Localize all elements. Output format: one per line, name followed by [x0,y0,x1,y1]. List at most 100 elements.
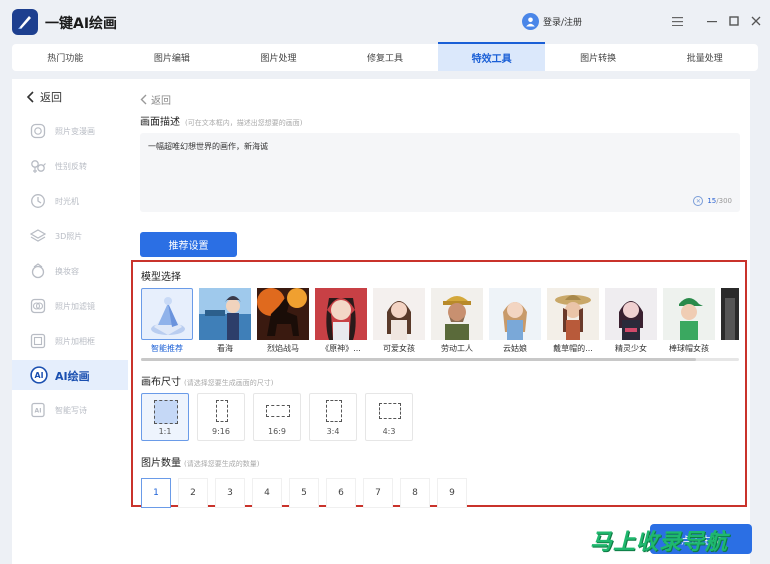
tab-image-edit[interactable]: 图片编辑 [119,44,226,71]
tab-image-convert[interactable]: 图片转换 [545,44,652,71]
smart-recommend-icon [141,288,193,340]
title-bar: 一键AI绘画 登录/注册 [0,0,770,44]
canvas-section-header: 画布尺寸 (请选择您要生成画面的尺寸) [141,373,273,388]
close-icon[interactable] [747,12,765,30]
model-label: 双手 [717,343,739,354]
tab-hot-features[interactable]: 热门功能 [12,44,119,71]
model-item-baseball-cap[interactable]: 棒球帽女孩 [663,287,715,357]
sidebar: 返回 照片变漫画 性别反转 时光机 3D照片 换妆容 照片加滤镜 照片加相框 A… [12,79,128,564]
model-thumbnail [315,288,367,340]
model-label: 烈焰战马 [267,344,299,353]
model-thumbnail [431,288,483,340]
char-count: 15 [707,197,717,205]
count-option-3[interactable]: 3 [215,478,245,508]
frame-icon [30,333,46,349]
model-label: 戴草帽的... [553,344,593,353]
description-textarea[interactable]: 一幅超唯幻想世界的画作，新海诚 ✕ 15/300 [140,133,740,212]
layers-icon [30,229,46,242]
size-option-4-3[interactable]: 4:3 [365,393,413,441]
minimize-icon[interactable] [703,12,721,30]
login-button[interactable]: 登录/注册 [522,13,582,30]
canvas-section-hint: (请选择您要生成画面的尺寸) [184,379,274,387]
ratio-portrait-icon [326,400,342,422]
description-hint: (可在文本框内，描述出您想要的画面) [185,119,303,127]
tab-effect-tools[interactable]: 特效工具 [438,42,545,71]
watermark-text: 马上收录导航 [590,530,729,555]
model-item-straw-hat[interactable]: 戴草帽的... [547,287,599,357]
count-option-9[interactable]: 9 [437,478,467,508]
sidebar-item-poem[interactable]: AI 智能写诗 [12,395,128,425]
time-machine-icon [31,194,45,208]
tab-repair-tools[interactable]: 修复工具 [332,44,439,71]
user-avatar-icon [522,13,539,30]
model-item-cloud-girl[interactable]: 云姑娘 [489,287,541,357]
model-item-hands[interactable]: 双手 [721,287,739,357]
count-option-8[interactable]: 8 [400,478,430,508]
recommend-settings-button[interactable]: 推荐设置 [140,232,237,257]
clear-icon[interactable]: ✕ [693,196,704,206]
count-option-4[interactable]: 4 [252,478,282,508]
model-thumbnail [257,288,309,340]
sidebar-item-label: 照片变漫画 [55,127,95,136]
filter-icon [30,298,46,314]
menu-icon[interactable] [668,12,686,30]
size-option-16-9[interactable]: 16:9 [253,393,301,441]
size-label: 1:1 [158,427,172,436]
sidebar-item-ai-paint[interactable]: AI AI绘画 [12,360,128,390]
count-section-header: 图片数量 (请选择您要生成的数量) [141,454,259,469]
gender-icon [31,160,46,173]
sidebar-item-label: 3D照片 [55,232,83,241]
sidebar-item-label: 换妆容 [55,267,79,276]
count-option-6[interactable]: 6 [326,478,356,508]
size-label: 9:16 [212,427,230,436]
model-item-worker[interactable]: 劳动工人 [431,287,483,357]
sidebar-item-time-machine[interactable]: 时光机 [12,186,128,216]
sidebar-item-label: AI绘画 [55,370,90,383]
model-scrollbar[interactable] [141,358,739,361]
count-option-2[interactable]: 2 [178,478,208,508]
sidebar-item-makeup[interactable]: 换妆容 [12,256,128,286]
ratio-landscape-icon [379,403,401,419]
size-option-9-16[interactable]: 9:16 [197,393,245,441]
sidebar-item-label: 照片加相框 [55,337,95,346]
model-item-genshin[interactable]: 《原神》... [315,287,367,357]
char-max: /300 [716,197,732,205]
model-label: 棒球帽女孩 [669,344,709,353]
model-label: 《原神》... [321,344,361,353]
sidebar-item-photo-to-comic[interactable]: 照片变漫画 [12,116,128,146]
content-back-button[interactable]: 返回 [140,92,171,107]
model-thumbnail [199,288,251,340]
sidebar-item-3d-photo[interactable]: 3D照片 [12,221,128,251]
sidebar-back-label: 返回 [40,91,62,104]
count-option-5[interactable]: 5 [289,478,319,508]
model-item-cute-girl[interactable]: 可爱女孩 [373,287,425,357]
size-option-3-4[interactable]: 3:4 [309,393,357,441]
size-option-1-1[interactable]: 1:1 [141,393,189,441]
maximize-icon[interactable] [725,12,743,30]
model-item-sea[interactable]: 看海 [199,287,251,357]
ratio-landscape-icon [266,405,290,417]
ai-paint-icon: AI [30,366,48,384]
model-item-elf-girl[interactable]: 精灵少女 [605,287,657,357]
model-label: 精灵少女 [615,344,647,353]
sidebar-item-photo-frame[interactable]: 照片加相框 [12,326,128,356]
sidebar-item-photo-filter[interactable]: 照片加滤镜 [12,291,128,321]
tab-image-process[interactable]: 图片处理 [225,44,332,71]
sidebar-back-button[interactable]: 返回 [26,89,62,105]
description-title: 画面描述 [140,117,180,128]
tab-batch-process[interactable]: 批量处理 [651,44,758,71]
description-header: 画面描述 (可在文本框内，描述出您想要的画面) [140,113,302,128]
char-counter: ✕ 15/300 [693,196,732,206]
sidebar-item-gender-swap[interactable]: 性别反转 [12,151,128,181]
svg-text:AI: AI [35,408,42,415]
model-item-fire-horse[interactable]: 烈焰战马 [257,287,309,357]
description-text: 一幅超唯幻想世界的画作，新海诚 [148,142,268,151]
model-item-smart[interactable]: 智能推荐 [141,287,193,357]
count-section-hint: (请选择您要生成的数量) [184,460,260,468]
size-label: 16:9 [268,427,286,436]
count-option-7[interactable]: 7 [363,478,393,508]
scrollbar-thumb[interactable] [141,358,696,361]
count-option-1[interactable]: 1 [141,478,171,508]
ratio-portrait-icon [216,400,228,422]
app-logo-icon [12,9,38,35]
